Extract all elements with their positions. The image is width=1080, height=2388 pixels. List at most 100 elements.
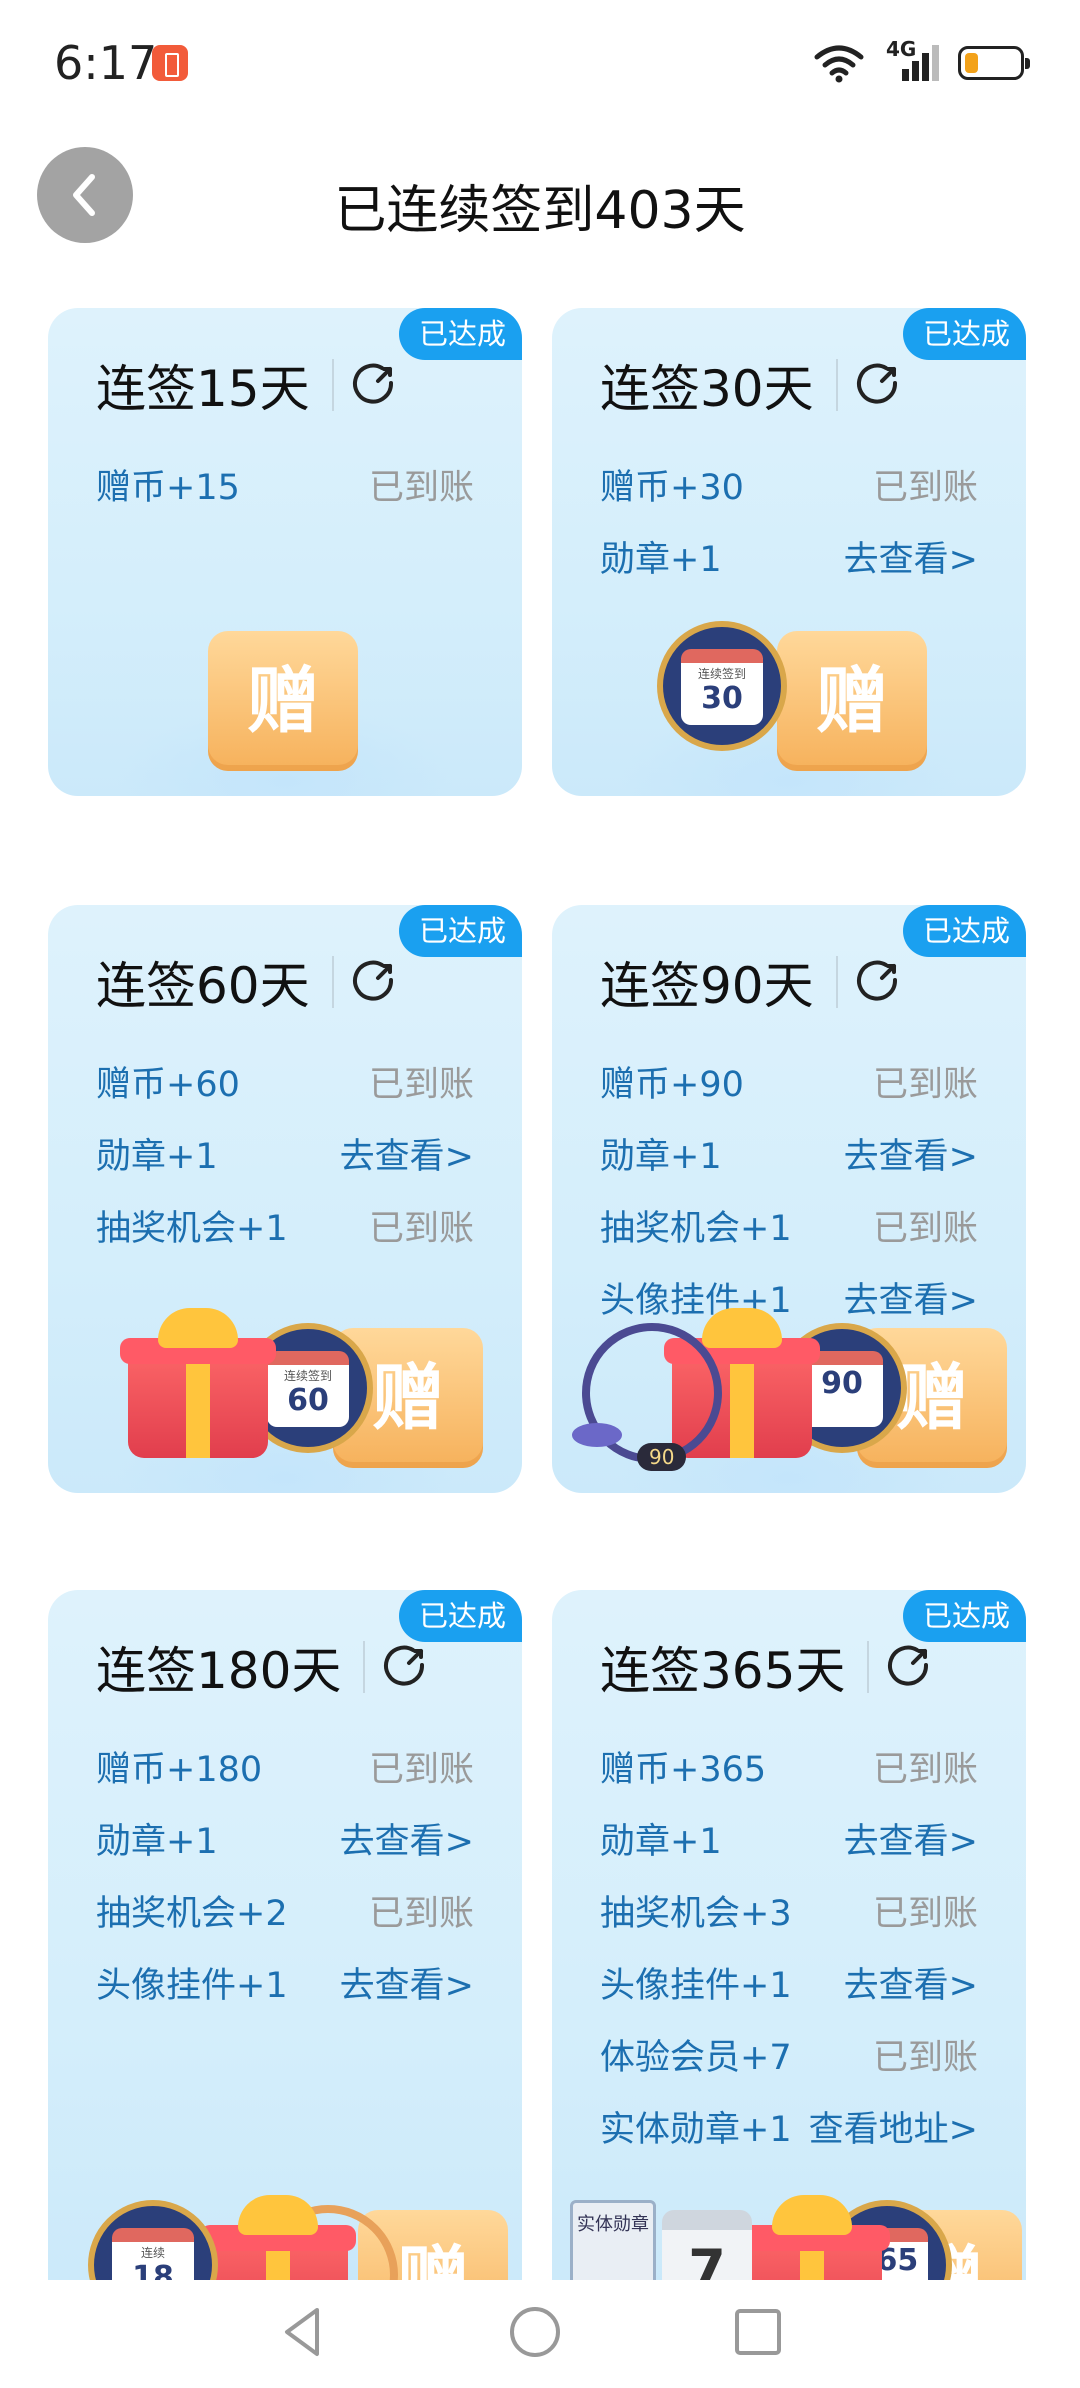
- share-icon[interactable]: [352, 960, 396, 1004]
- achieved-badge: 已达成: [398, 308, 522, 360]
- frame-tag: 90: [637, 1443, 687, 1471]
- reward-list: 赠币+15 已到账: [96, 448, 474, 520]
- card-title: 连签15天: [96, 360, 310, 418]
- gift-bow-icon: [772, 2195, 852, 2235]
- view-link[interactable]: 去查看>: [844, 1957, 978, 2008]
- reward-label: 抽奖机会+1: [600, 1208, 792, 1249]
- status-bar: 6:17 4G: [0, 0, 1080, 130]
- reward-label: 勋章+1: [600, 1136, 722, 1177]
- home-circle-icon: [510, 2307, 560, 2357]
- reward-card: 已达成连签15天赠币+15 已到账赠: [48, 308, 522, 796]
- view-link[interactable]: 去查看>: [844, 1128, 978, 1179]
- wifi-icon: [814, 43, 864, 83]
- view-link[interactable]: 去查看>: [340, 1128, 474, 1179]
- reward-label: 体验会员+7: [600, 2037, 792, 2078]
- divider: [331, 956, 334, 1008]
- share-icon[interactable]: [856, 363, 900, 407]
- divider: [835, 359, 838, 411]
- card-title: 连签30天: [600, 360, 814, 418]
- card-title: 连签60天: [96, 957, 310, 1015]
- reward-card: 已达成 连签60天 赠币+60 已到账 勋章+1 去查看> 抽奖机会+1 已到账赠连续签到 60: [48, 905, 522, 1493]
- share-icon[interactable]: [856, 960, 900, 1004]
- reward-card: 已达成 连签90天 赠币+90 已到账 勋章+1 去查看> 抽奖机会+1 已到账 头像挂件+1 去…: [552, 905, 1026, 1493]
- gift-bow-icon: [238, 2195, 318, 2235]
- medal-calendar: 连续签到 30: [681, 649, 763, 725]
- leaf-icon: [572, 1423, 622, 1447]
- reward-list: 赠币+90 已到账 勋章+1 去查看> 抽奖机会+1 已到账 头像挂件+1 去查看>: [600, 1045, 978, 1333]
- view-link[interactable]: 去查看>: [340, 1813, 474, 1864]
- reward-label: 赠币+90: [600, 1064, 744, 1105]
- reward-row: 赠币+90 已到账: [600, 1045, 978, 1117]
- reward-label: 抽奖机会+1: [96, 1208, 288, 1249]
- view-link[interactable]: 去查看>: [844, 1813, 978, 1864]
- reward-row: 体验会员+7 已到账: [600, 2018, 978, 2090]
- gift-ticket-icon: 赠: [208, 631, 378, 771]
- divider: [331, 359, 334, 411]
- back-triangle-icon: [285, 2308, 319, 2356]
- reward-row: 抽奖机会+3 已到账: [600, 1874, 978, 1946]
- achieved-badge: 已达成: [902, 308, 1026, 360]
- achieved-badge: 已达成: [902, 905, 1026, 957]
- reward-label: 勋章+1: [96, 1821, 218, 1862]
- received-status: 已到账: [368, 1893, 474, 1934]
- reward-label: 勋章+1: [96, 1136, 218, 1177]
- received-status: 已到账: [872, 1208, 978, 1249]
- network-type: 4G: [886, 37, 917, 61]
- divider: [835, 956, 838, 1008]
- reward-label: 赠币+180: [96, 1749, 263, 1790]
- reward-row: 赠币+180 已到账: [96, 1730, 474, 1802]
- divider: [363, 1641, 366, 1693]
- reward-row: 勋章+1 去查看>: [600, 1117, 978, 1189]
- reward-row: 赠币+30 已到账: [600, 448, 978, 520]
- view-link[interactable]: 去查看>: [844, 531, 978, 582]
- battery-fill: [965, 53, 978, 73]
- reward-list: 赠币+30 已到账勋章+1 去查看>: [600, 448, 978, 592]
- reward-row: 抽奖机会+1 已到账: [600, 1189, 978, 1261]
- received-status: 已到账: [872, 467, 978, 508]
- medal-label: 连续签到: [283, 1369, 332, 1383]
- medal-label: 连续签到: [697, 667, 746, 681]
- reward-label: 勋章+1: [600, 1821, 722, 1862]
- notification-icon: [152, 45, 188, 81]
- reward-label: 抽奖机会+2: [96, 1893, 288, 1934]
- view-link[interactable]: 去查看>: [844, 1272, 978, 1323]
- checkin-medal-icon: 连续签到 30: [657, 621, 787, 751]
- reward-row: 头像挂件+1 去查看>: [96, 1946, 474, 2018]
- card-header: 连签30天: [600, 350, 900, 420]
- share-icon[interactable]: [383, 1645, 427, 1689]
- reward-row: 实体勋章+1 查看地址>: [600, 2090, 978, 2162]
- reward-label: 实体勋章+1: [600, 2109, 792, 2150]
- share-icon[interactable]: [887, 1645, 931, 1689]
- reward-row: 头像挂件+1 去查看>: [600, 1946, 978, 2018]
- system-nav-bar: [0, 2280, 1080, 2388]
- reward-card: 已达成 连签365天 赠币+365 已到账 勋章+1 去查看> 抽奖机会+3 已到账 头像挂件+…: [552, 1590, 1026, 2310]
- divider: [867, 1641, 870, 1693]
- nav-recents-button[interactable]: [728, 2302, 788, 2362]
- view-link[interactable]: 去查看>: [340, 1957, 474, 2008]
- reward-row: 赠币+365 已到账: [600, 1730, 978, 1802]
- card-title: 连签90天: [600, 957, 814, 1015]
- reward-label: 赠币+365: [600, 1749, 767, 1790]
- received-status: 已到账: [872, 1749, 978, 1790]
- view-link[interactable]: 查看地址>: [809, 2101, 978, 2152]
- reward-label: 赠币+60: [96, 1064, 240, 1105]
- card-header: 连签15天: [96, 350, 396, 420]
- medal-calendar: 连续签到 60: [267, 1351, 349, 1427]
- reward-label: 头像挂件+1: [600, 1965, 792, 2006]
- reward-label: 赠币+15: [96, 467, 240, 508]
- reward-card: 已达成 连签30天 赠币+30 已到账 勋章+1 去查看> 赠连续签到 30: [552, 308, 1026, 796]
- share-icon[interactable]: [352, 363, 396, 407]
- card-header: 连签60天: [96, 947, 396, 1017]
- nav-back-button[interactable]: [273, 2302, 333, 2362]
- gift-box-icon: [120, 1338, 276, 1458]
- reward-row: 赠币+15 已到账: [96, 448, 474, 520]
- page-title: 已连续签到403天: [334, 181, 746, 241]
- card-title: 连签180天: [96, 1642, 342, 1700]
- received-status: 已到账: [368, 1208, 474, 1249]
- reward-row: 勋章+1 去查看>: [96, 1802, 474, 1874]
- nav-home-button[interactable]: [505, 2302, 565, 2362]
- received-status: 已到账: [368, 1749, 474, 1790]
- reward-label: 勋章+1: [600, 539, 722, 580]
- reward-row: 赠币+60 已到账: [96, 1045, 474, 1117]
- reward-list: 赠币+365 已到账勋章+1 去查看> 抽奖机会+3 已到账头像挂件+1 去查看> 体验会员…: [600, 1730, 978, 2162]
